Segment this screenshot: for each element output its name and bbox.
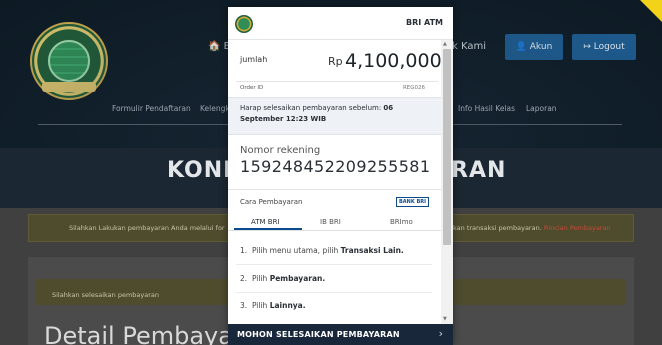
rekening-divider [228, 189, 441, 190]
step-item: 1. Pilih menu utama, pilih Transaksi Lai… [240, 246, 404, 255]
menu-item-info-hasil[interactable]: Info Hasil Kelas [458, 104, 515, 113]
globe-icon [48, 40, 90, 82]
deadline-text: Harap selesaikan pembayaran sebelum: 06 … [240, 104, 394, 123]
complete-payment-button[interactable]: MOHON SELESAIKAN PEMBAYARAN › [228, 324, 453, 345]
bank-bri-logo: BANK BRI [395, 197, 429, 207]
rekening-label: Nomor rekening [240, 145, 321, 156]
amount-value: 4,100,000 [345, 50, 442, 72]
corner-flag [640, 0, 662, 22]
order-id-value: REG026 [402, 85, 425, 91]
popup-title: BRI ATM [405, 18, 443, 27]
tab-brimo[interactable]: BRImo [390, 218, 413, 226]
menu-item-formulir[interactable]: Formulir Pendaftaran [112, 104, 191, 113]
alert-text-left: Silahkan Lakukan pembayaran Anda melalui… [69, 224, 225, 232]
menu-item-kelengkapan[interactable]: Kelengk [200, 104, 230, 113]
step-item: 3. Pilih Lainnya. [240, 301, 306, 310]
school-logo [30, 22, 108, 100]
popup-header: BRI ATM [228, 7, 453, 40]
cara-pembayaran-label: Cara Pembayaran [240, 198, 303, 206]
tab-ib-bri[interactable]: IB BRI [320, 218, 341, 226]
scroll-up-icon[interactable]: ▲ [443, 41, 447, 47]
amount-currency: Rp [328, 55, 343, 68]
merchant-logo-icon [235, 15, 253, 33]
tab-atm-bri[interactable]: ATM BRI [251, 218, 280, 226]
logo-ribbon [42, 82, 96, 92]
active-tab-indicator [234, 228, 302, 230]
alert-text-right: kan transaksi pembayaran. Rincian Pembay… [453, 224, 611, 232]
amount-label: jumlah [240, 55, 268, 64]
detail-title: Detail Pembayaı [44, 322, 240, 345]
amount-divider [236, 81, 438, 82]
order-id-label: Order ID [240, 85, 264, 91]
logout-button[interactable]: ↦ Logout [572, 34, 636, 60]
payment-popup: BRI ATM jumlah Rp 4,100,000 Order ID REG… [228, 7, 453, 345]
scrollbar-thumb[interactable] [443, 49, 451, 245]
step-divider [236, 264, 432, 265]
step-divider [236, 292, 432, 293]
hero-title-right: RAN [451, 158, 507, 183]
akun-button[interactable]: 👤 Akun [505, 34, 563, 60]
chevron-right-icon: › [438, 327, 443, 340]
tabs-divider [228, 230, 441, 231]
card-note: Silahkan selesaikan pembayaran [52, 291, 160, 299]
payment-tabs: ATM BRI IB BRI BRImo [228, 213, 441, 235]
nav-kontak-link[interactable]: k Kami [452, 41, 486, 52]
rekening-number[interactable]: 159248452209255581 [240, 157, 430, 176]
menu-item-laporan[interactable]: Laporan [526, 104, 557, 113]
footer-label: MOHON SELESAIKAN PEMBAYARAN [237, 330, 400, 339]
step-item: 2. Pilih Pembayaran. [240, 274, 326, 283]
scroll-down-icon[interactable]: ▼ [443, 316, 447, 322]
rincian-pembayaran-link[interactable]: Rincian Pembayaran [544, 224, 611, 232]
